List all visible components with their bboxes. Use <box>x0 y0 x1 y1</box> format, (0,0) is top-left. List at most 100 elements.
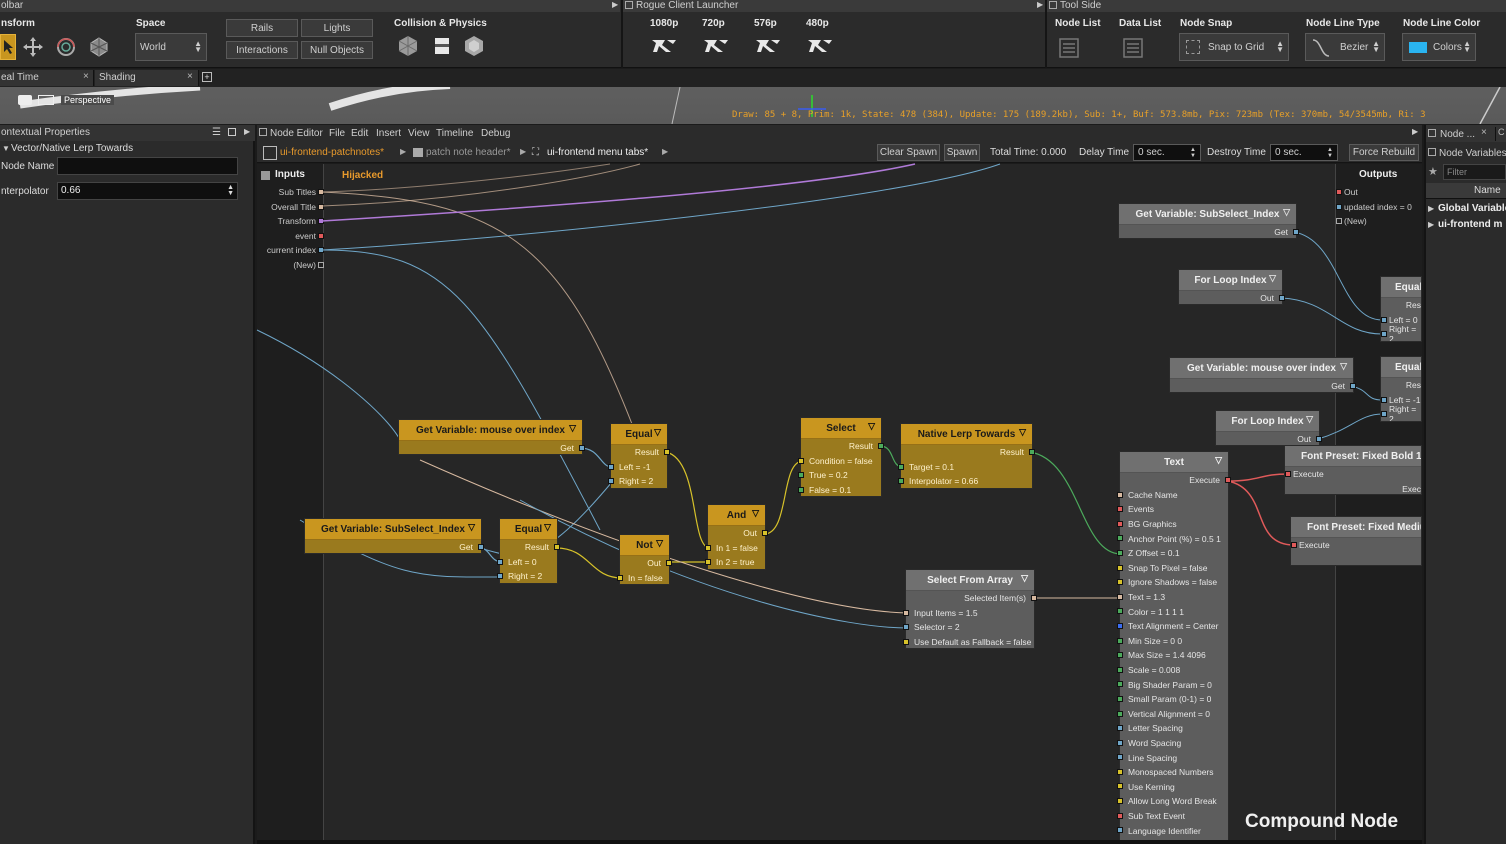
node-select[interactable]: Select ▽ Result Condition = false True = … <box>798 417 884 497</box>
node-equal-right-1[interactable]: Equal Res Left = 0 Right = 2 <box>1380 276 1422 342</box>
pin-red[interactable] <box>1225 477 1231 483</box>
pin[interactable] <box>1117 652 1123 659</box>
pin-blue[interactable] <box>1381 316 1387 323</box>
pin-red[interactable] <box>1291 542 1297 548</box>
pin-yellow[interactable] <box>664 449 670 455</box>
node-equal-2[interactable]: Equal ▽ Result Left = 0 Right = 2 <box>497 518 560 584</box>
chevron-down-icon[interactable]: ▽ <box>569 423 576 434</box>
node-equal-right-2[interactable]: Equal Res Left = -1 Right = 2 <box>1380 356 1422 422</box>
node-header[interactable]: Get Variable: SubSelect_Index ▽ <box>305 519 481 540</box>
node-header[interactable]: Font Preset: Fixed Bold 16 <box>1285 446 1421 467</box>
pin-blue[interactable] <box>1316 436 1322 442</box>
node-header[interactable]: Select ▽ <box>801 418 881 439</box>
node-header[interactable]: Get Variable: SubSelect_Index ▽ <box>1119 204 1296 225</box>
pin[interactable] <box>1117 710 1123 717</box>
chevron-right-icon[interactable]: ▶ <box>1428 204 1434 213</box>
chevron-down-icon[interactable]: ▽ <box>1215 455 1222 466</box>
chevron-down-icon[interactable]: ▽ <box>468 522 475 533</box>
pin-blue[interactable] <box>1350 383 1356 389</box>
pin[interactable] <box>1117 535 1123 542</box>
pin[interactable] <box>1117 768 1123 775</box>
pin-yellow[interactable] <box>798 457 804 464</box>
pin[interactable] <box>1117 666 1123 673</box>
pin-yellow[interactable] <box>666 560 672 566</box>
node-for-loop-index-1[interactable]: For Loop Index ▽ Out <box>1178 269 1285 305</box>
close-icon[interactable]: × <box>1481 127 1487 138</box>
pin-green[interactable] <box>798 472 804 479</box>
pin-yellow[interactable] <box>762 530 768 536</box>
pin[interactable] <box>1117 754 1123 761</box>
node-header[interactable]: Native Lerp Towards ▽ <box>901 424 1032 445</box>
node-get-variable-mouse-right[interactable]: Get Variable: mouse over index ▽ Get <box>1169 357 1356 393</box>
node-text[interactable]: Text ▽ Execute Cache Name Events BG Graphic… <box>1117 451 1231 844</box>
chevron-down-icon[interactable]: ▽ <box>1306 414 1313 425</box>
node-get-variable-mouse[interactable]: Get Variable: mouse over index ▽ Get <box>398 419 585 455</box>
pin-blue[interactable] <box>608 478 614 485</box>
pin[interactable] <box>1117 622 1123 629</box>
pin-yellow[interactable] <box>705 544 711 551</box>
pin[interactable] <box>1117 549 1123 556</box>
name-column-header[interactable]: Name <box>1426 183 1506 199</box>
pin-blue[interactable] <box>903 624 909 631</box>
pin-blue[interactable] <box>1381 331 1387 338</box>
chevron-down-icon[interactable]: ▽ <box>1269 273 1276 284</box>
pin-yellow[interactable] <box>554 544 560 550</box>
pin[interactable] <box>1117 491 1123 498</box>
pin[interactable] <box>1117 739 1123 746</box>
pin-blue[interactable] <box>497 558 503 565</box>
pin-red[interactable] <box>1285 471 1291 477</box>
pin-green[interactable] <box>878 443 884 449</box>
node-variables-checkbox-icon[interactable] <box>1428 148 1436 156</box>
filter-input[interactable]: Filter <box>1443 164 1506 180</box>
pin-green[interactable] <box>898 463 904 470</box>
pin-blue[interactable] <box>608 463 614 470</box>
node-not[interactable]: Not ▽ Out In = false <box>617 534 672 585</box>
node-for-loop-index-2[interactable]: For Loop Index ▽ Out <box>1215 410 1322 446</box>
pin[interactable] <box>1117 681 1123 688</box>
ui-frontend-item[interactable]: ui-frontend m <box>1438 219 1502 230</box>
pin[interactable] <box>1117 798 1123 805</box>
node-header[interactable]: Font Preset: Fixed Medium <box>1291 517 1421 538</box>
pin-green[interactable] <box>898 478 904 485</box>
chevron-down-icon[interactable]: ▽ <box>544 522 551 533</box>
node-header[interactable]: Not ▽ <box>620 535 669 556</box>
global-variables-item[interactable]: Global Variable <box>1438 203 1506 214</box>
chevron-down-icon[interactable]: ▽ <box>1283 207 1290 218</box>
chevron-down-icon[interactable]: ▽ <box>656 538 663 549</box>
node-header[interactable]: Select From Array ▽ <box>906 570 1034 591</box>
chevron-down-icon[interactable]: ▽ <box>868 421 875 432</box>
pin-blue[interactable] <box>497 573 503 580</box>
right-tab-node[interactable]: Node ... <box>1440 129 1475 140</box>
pin-blue[interactable] <box>579 445 585 451</box>
pin-blue[interactable] <box>1381 396 1387 403</box>
pin[interactable] <box>1117 593 1123 600</box>
node-header[interactable]: Get Variable: mouse over index ▽ <box>399 420 582 441</box>
node-font-preset-medium[interactable]: Font Preset: Fixed Medium Execute <box>1290 516 1422 566</box>
node-header[interactable]: Equal <box>1381 277 1421 298</box>
chevron-down-icon[interactable]: ▽ <box>752 508 759 519</box>
pin[interactable] <box>1117 520 1123 527</box>
node-get-variable-subselect-right[interactable]: Get Variable: SubSelect_Index ▽ Get <box>1118 203 1299 239</box>
pin[interactable] <box>1117 506 1123 513</box>
node-header[interactable]: Equal <box>1381 357 1421 378</box>
node-header[interactable]: And ▽ <box>708 505 765 526</box>
chevron-right-icon[interactable]: ▶ <box>1428 220 1434 229</box>
pin-yellow[interactable] <box>903 638 909 645</box>
pin[interactable] <box>1117 725 1123 732</box>
chevron-down-icon[interactable]: ▽ <box>654 427 661 438</box>
pin-blue[interactable] <box>1279 295 1285 301</box>
pin-yellow[interactable] <box>705 559 711 566</box>
pin[interactable] <box>1117 564 1123 571</box>
pin-blue[interactable] <box>1381 411 1387 418</box>
pin[interactable] <box>1117 783 1123 790</box>
pin-beige[interactable] <box>1031 595 1037 601</box>
right-tab-overflow[interactable]: C <box>1495 127 1506 141</box>
pin[interactable] <box>1117 637 1123 644</box>
node-header[interactable]: For Loop Index ▽ <box>1216 411 1319 432</box>
pin-blue[interactable] <box>478 544 484 550</box>
pin-blue[interactable] <box>1293 229 1299 235</box>
star-icon[interactable]: ★ <box>1428 165 1438 178</box>
right-checkbox-icon[interactable] <box>1428 129 1436 137</box>
pin[interactable] <box>1117 579 1123 586</box>
node-native-lerp-towards[interactable]: Native Lerp Towards ▽ Result Target = 0.1… <box>898 423 1035 489</box>
